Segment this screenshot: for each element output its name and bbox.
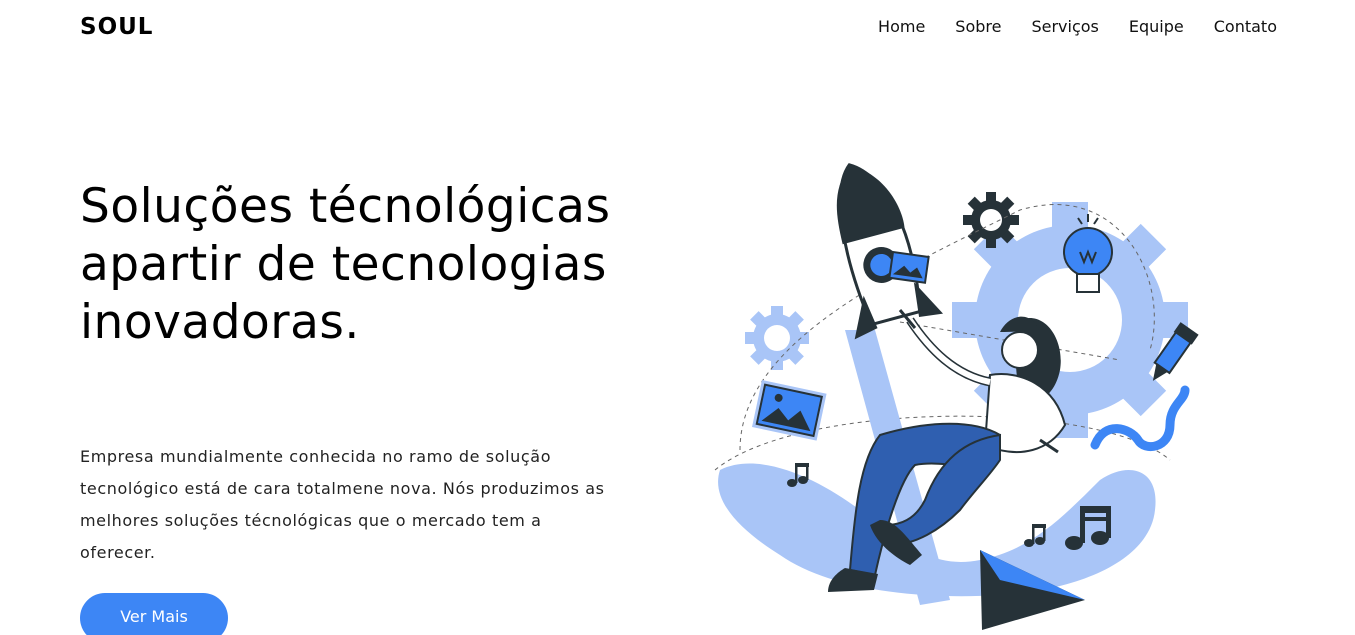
rocket-icon (836, 163, 944, 340)
small-gear-icon (745, 306, 809, 370)
nav-link-equipe[interactable]: Equipe (1129, 17, 1184, 36)
nav-link-sobre[interactable]: Sobre (955, 17, 1001, 36)
image-icon (752, 380, 827, 441)
nav-link-contato[interactable]: Contato (1214, 17, 1277, 36)
hero-title: Soluções técnológicas apartir de tecnolo… (80, 179, 611, 350)
nav-link-servicos[interactable]: Serviços (1031, 17, 1098, 36)
image-icon (888, 250, 930, 284)
nav-link-home[interactable]: Home (878, 17, 925, 36)
hero-description: Empresa mundialmente conhecida no ramo d… (80, 447, 605, 562)
hero-illustration (714, 163, 1199, 630)
dark-gear-icon (963, 192, 1019, 248)
main-menu: Home Sobre Serviços Equipe Contato (878, 17, 1277, 36)
brand-logo[interactable]: SOUL (80, 14, 153, 40)
ver-mais-button[interactable]: Ver Mais (80, 593, 228, 635)
top-navbar: SOUL Home Sobre Serviços Equipe Contato (0, 0, 1355, 56)
